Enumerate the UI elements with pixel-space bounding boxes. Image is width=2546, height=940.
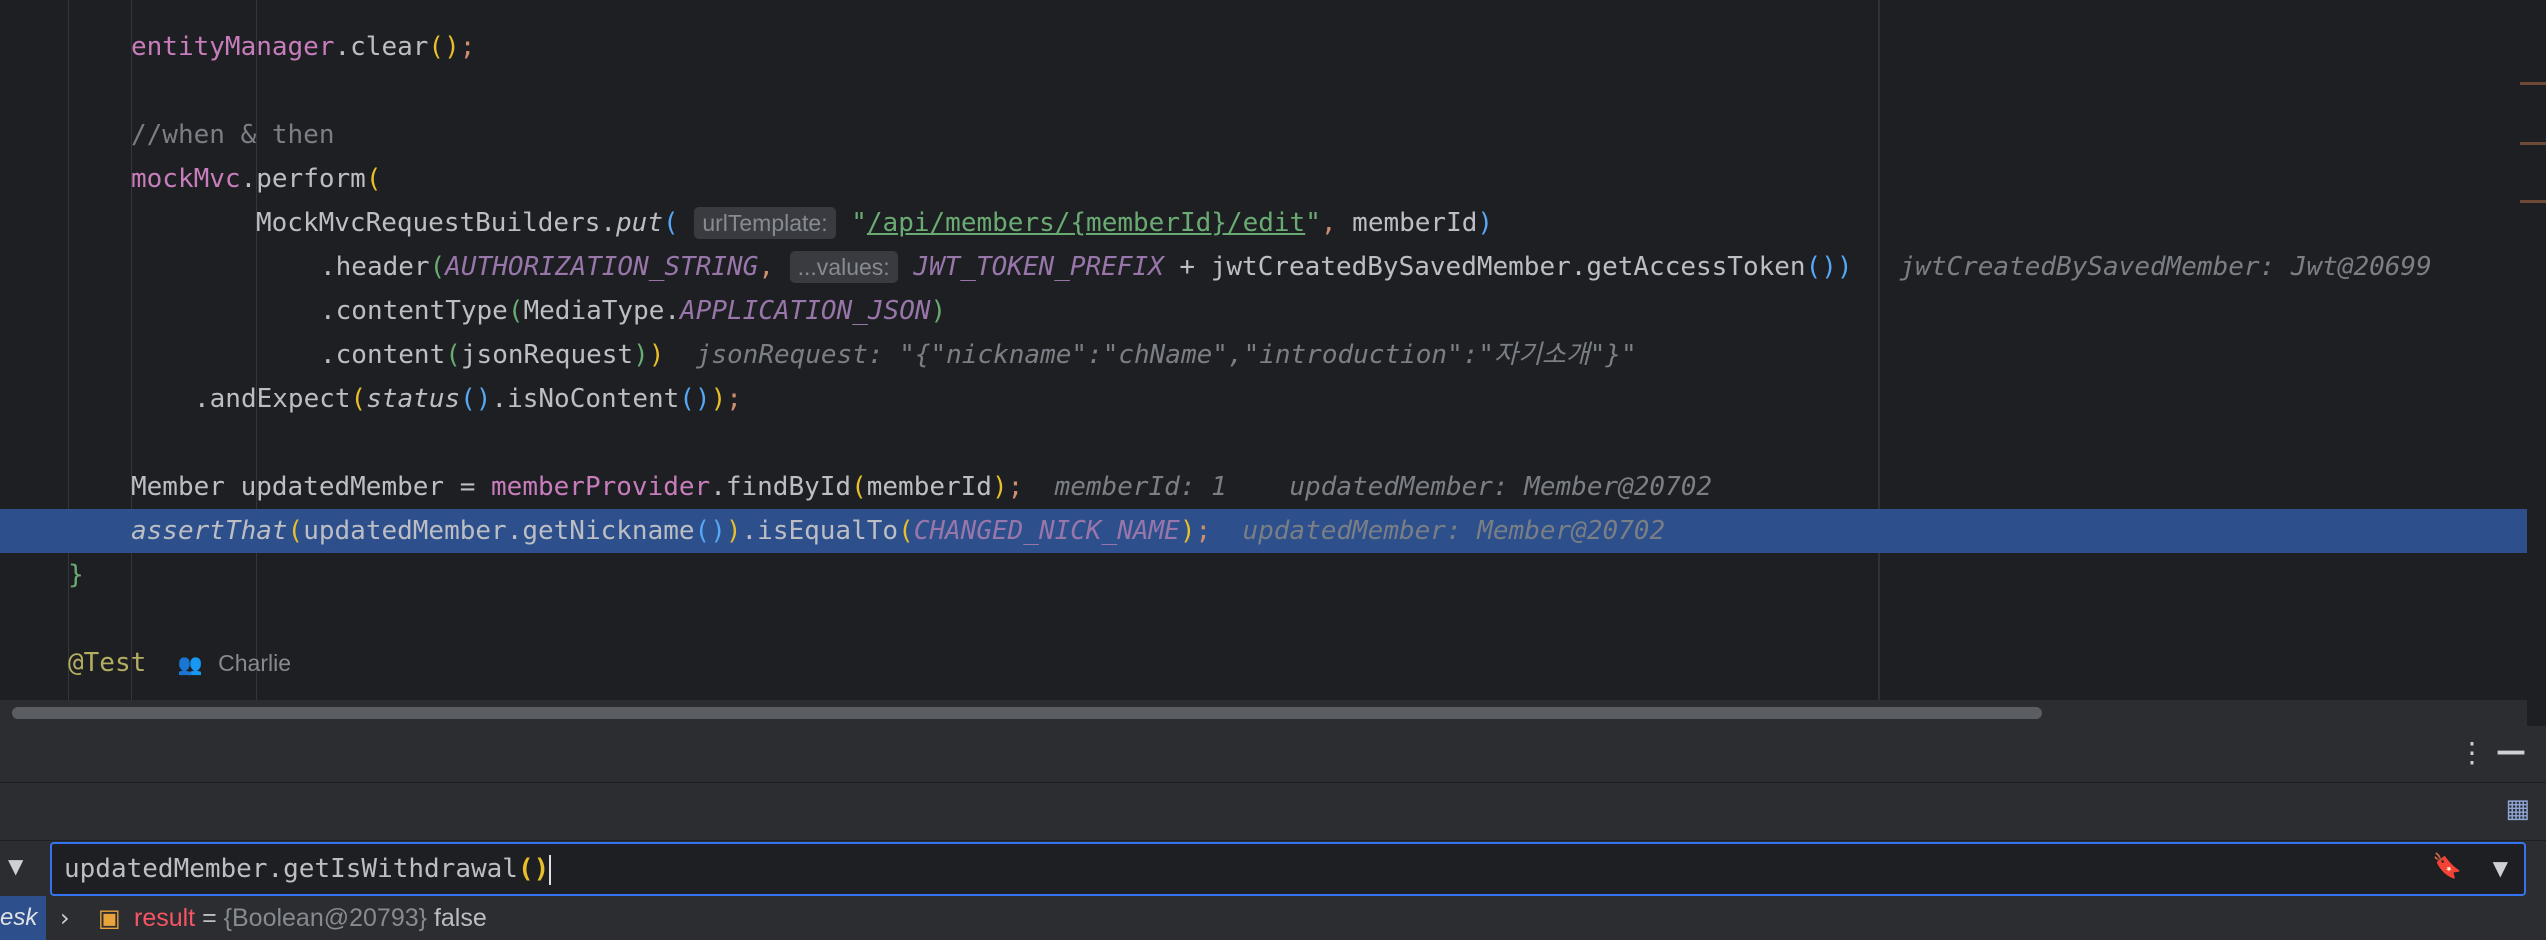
constant-token: CHANGED_NICK_NAME [913, 516, 1180, 546]
object-icon: ▣ [98, 904, 121, 932]
code-token: Member updatedMember = [131, 472, 492, 502]
code-line[interactable]: } [0, 553, 2527, 597]
code-token: + jwtCreatedBySavedMember.getAccessToken [1163, 252, 1806, 282]
panel-toolbar: ▦ [0, 782, 2546, 841]
code-token: updatedMember.getNickname [303, 516, 695, 546]
result-name: result [134, 904, 196, 932]
code-line[interactable]: .contentType(MediaType.APPLICATION_JSON) [0, 289, 2527, 333]
code-line[interactable]: //when & then [0, 113, 2527, 157]
code-token: assertThat [131, 516, 288, 546]
code-token: .clear [334, 32, 429, 62]
code-token: put [616, 208, 663, 238]
more-vertical-icon[interactable]: ⋮ [2458, 736, 2486, 769]
inline-debug-value: memberId: 1 [1054, 472, 1227, 502]
code-token: entityManager [131, 32, 335, 62]
code-comment: //when & then [131, 120, 335, 150]
result-equals: = [195, 904, 224, 932]
code-line[interactable]: MockMvcRequestBuilders.put( urlTemplate:… [0, 201, 2527, 245]
side-panel-tab[interactable]: esk [0, 896, 46, 940]
people-icon: 👥 [177, 652, 203, 676]
expression-parens: () [517, 854, 550, 884]
current-execution-line[interactable]: assertThat(updatedMember.getNickname()).… [0, 509, 2527, 553]
panel-header: ⋮ — [0, 726, 2546, 783]
code-token: .content [320, 340, 446, 370]
code-line[interactable]: Member updatedMember = memberProvider.fi… [0, 465, 2527, 509]
code-token: .findById [710, 472, 852, 502]
parameter-hint: urlTemplate: [694, 207, 836, 239]
constant-token: JWT_TOKEN_PREFIX [913, 252, 1164, 282]
code-token: .header [320, 252, 430, 282]
code-token: .isNoContent [491, 384, 680, 414]
code-token: memberProvider [491, 472, 711, 502]
code-line[interactable]: .content(jsonRequest)) jsonRequest: "{"n… [0, 333, 2527, 377]
code-line[interactable]: entityManager.clear(); [0, 25, 2527, 69]
code-editor[interactable]: entityManager.clear(); //when & then moc… [0, 0, 2546, 700]
expression-input[interactable]: updatedMember.getIsWithdrawal() 🔖 ▼ [50, 842, 2526, 896]
horizontal-scrollbar[interactable] [0, 700, 2527, 726]
layout-icon[interactable]: ▦ [2505, 794, 2530, 824]
inline-debug-value: updatedMember: Member@20702 [1242, 516, 1666, 546]
code-token: .andExpect [194, 384, 351, 414]
annotation-token: @Test [68, 648, 147, 678]
code-line[interactable]: mockMvc.perform( [0, 157, 2527, 201]
inline-debug-value: updatedMember: Member@20702 [1289, 472, 1713, 502]
code-token: status [366, 384, 461, 414]
code-token: .contentType [320, 296, 508, 326]
code-token: MediaType. [523, 296, 681, 326]
bookmark-icon[interactable]: 🔖 [2432, 852, 2462, 880]
scrollbar-thumb[interactable] [12, 707, 2042, 719]
constant-token: APPLICATION_JSON [680, 296, 931, 326]
expression-text: updatedMember.getIsWithdrawal [64, 854, 518, 884]
text-caret [549, 854, 552, 885]
url-string[interactable]: /api/members/{memberId}/edit [867, 208, 1305, 238]
result-value: false [433, 904, 487, 932]
code-token: mockMvc [131, 164, 241, 194]
code-token: .isEqualTo [741, 516, 899, 546]
code-token: } [68, 560, 84, 590]
code-token: memberId [866, 472, 992, 502]
minimize-icon[interactable]: — [2496, 734, 2526, 769]
inline-debug-value: jsonRequest: "{"nickname":"chName","intr… [695, 340, 1637, 370]
history-dropdown-icon[interactable]: ▼ [2493, 856, 2508, 880]
code-author-hint[interactable]: Charlie [218, 650, 291, 676]
code-token: .perform [240, 164, 366, 194]
code-line[interactable]: .header(AUTHORIZATION_STRING, ...values:… [0, 245, 2527, 289]
inline-debug-value: jwtCreatedBySavedMember: Jwt@20699 [1899, 252, 2432, 282]
dropdown-arrow-icon[interactable]: ▼ [8, 854, 23, 878]
chevron-right-icon[interactable]: › [60, 896, 70, 940]
result-type: {Boolean@20793} [223, 904, 427, 932]
code-line[interactable]: .andExpect(status().isNoContent()); [0, 377, 2527, 421]
result-row[interactable]: esk › ▣ result = {Boolean@20793} false [0, 896, 2546, 940]
constant-token: AUTHORIZATION_STRING [445, 252, 759, 282]
error-stripe-marker [2520, 82, 2546, 85]
code-token: MockMvcRequestBuilders. [256, 208, 617, 238]
code-token: memberId [1336, 208, 1478, 238]
debugger-panel: ⋮ — ▦ ▼ updatedMember.getIsWithdrawal() … [0, 726, 2546, 940]
code-line[interactable]: @Test 👥 Charlie [0, 641, 2527, 685]
code-token: jsonRequest [460, 340, 634, 370]
parameter-hint: ...values: [789, 251, 898, 283]
